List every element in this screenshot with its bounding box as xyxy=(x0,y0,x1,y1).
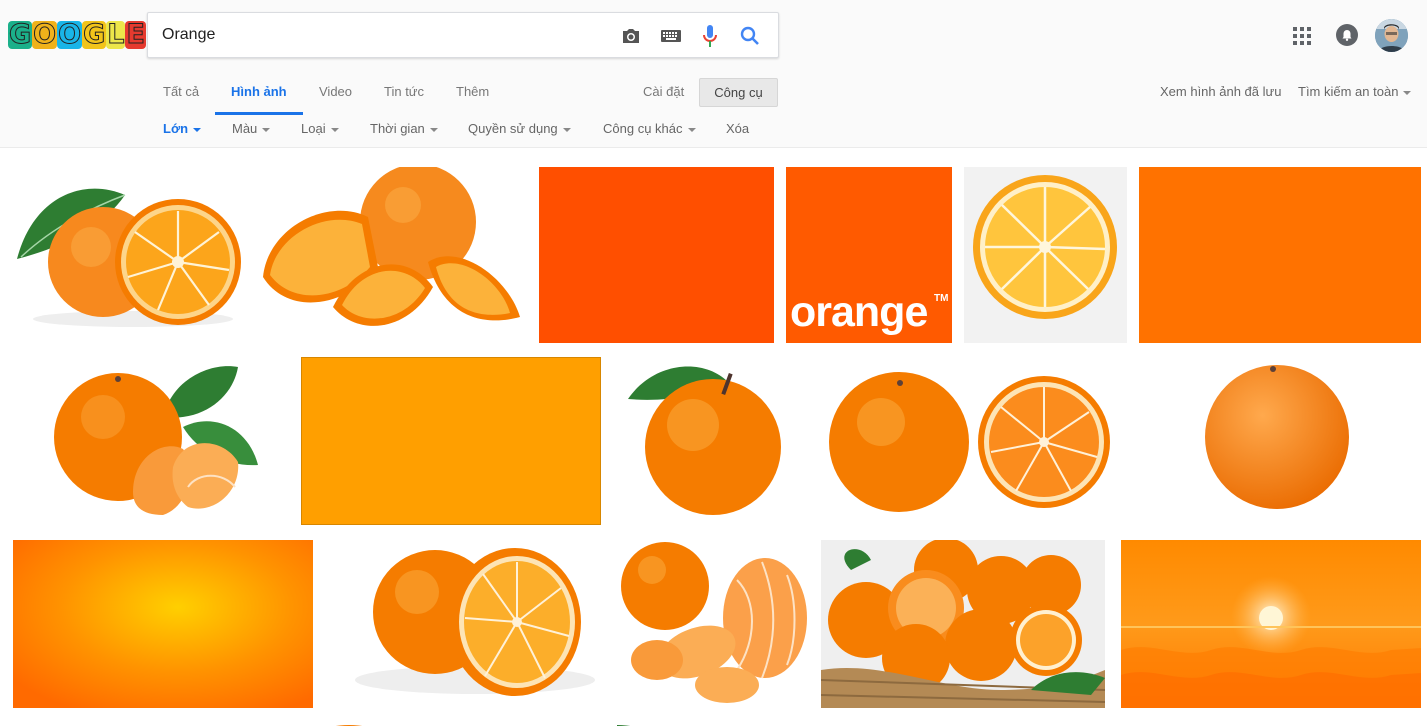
filter-color[interactable]: Màu xyxy=(232,121,271,136)
single-orange-image xyxy=(1205,365,1349,509)
filter-clear[interactable]: Xóa xyxy=(726,121,749,136)
logo-letter-5: L xyxy=(106,19,126,50)
image-result[interactable] xyxy=(301,357,601,525)
search-input[interactable] xyxy=(162,21,602,49)
tab-video[interactable]: Video xyxy=(319,84,352,99)
safe-search-label: Tìm kiếm an toàn xyxy=(1298,84,1399,99)
microphone-icon[interactable] xyxy=(697,23,723,49)
logo-letter-6: E xyxy=(125,19,146,50)
image-result[interactable] xyxy=(1139,167,1421,343)
orange-slices-image xyxy=(263,167,520,326)
tab-images[interactable]: Hình ảnh xyxy=(231,84,287,99)
filter-time-label: Thời gian xyxy=(370,121,425,136)
image-result[interactable] xyxy=(1133,357,1421,525)
image-result[interactable] xyxy=(325,718,609,726)
oranges-in-basket-image xyxy=(821,540,1105,708)
safe-search-dropdown[interactable]: Tìm kiếm an toàn xyxy=(1298,84,1412,99)
logo-letter-2: O xyxy=(32,19,58,50)
chevron-down-icon xyxy=(687,127,696,132)
image-result[interactable] xyxy=(821,357,1121,525)
image-result[interactable] xyxy=(13,540,313,708)
tools-button[interactable]: Công cụ xyxy=(699,78,778,107)
chevron-down-icon xyxy=(330,127,339,132)
orange-brand-logo-image[interactable]: orange TM xyxy=(786,167,952,343)
orange-and-half-image xyxy=(829,372,1110,512)
filter-usage-rights[interactable]: Quyền sử dụng xyxy=(468,121,571,136)
filter-type-label: Loại xyxy=(301,121,326,136)
tab-all[interactable]: Tất cả xyxy=(163,84,199,99)
chevron-down-icon xyxy=(1403,90,1412,95)
image-result[interactable] xyxy=(13,167,246,343)
image-result[interactable] xyxy=(613,357,809,525)
header-bar: G O O G L E Orange Tất cả Hình ảnh Video… xyxy=(0,0,1427,148)
notifications-bell-icon[interactable] xyxy=(1336,24,1358,46)
image-result[interactable] xyxy=(539,167,774,343)
settings-link[interactable]: Cài đặt xyxy=(643,84,684,99)
image-result[interactable] xyxy=(13,357,289,525)
image-result[interactable] xyxy=(13,718,313,726)
image-result[interactable] xyxy=(325,540,609,708)
orange-half-slice-image xyxy=(973,175,1117,319)
active-tab-indicator xyxy=(215,112,303,115)
mandarin-with-segments-image xyxy=(54,366,258,515)
logo-letter-3: O xyxy=(57,19,83,50)
search-icon[interactable] xyxy=(737,23,763,49)
keyboard-icon[interactable] xyxy=(658,23,684,49)
image-result[interactable] xyxy=(964,167,1127,343)
google-doodle-logo[interactable]: G O O G L E xyxy=(8,20,146,50)
orange-brand-text: orange xyxy=(790,288,928,336)
chevron-down-icon xyxy=(429,127,438,132)
orange-with-leaf-image xyxy=(628,366,781,515)
filter-size[interactable]: Lớn xyxy=(163,121,202,136)
saved-images-link[interactable]: Xem hình ảnh đã lưu xyxy=(1160,84,1281,99)
filter-more-tools-label: Công cụ khác xyxy=(603,121,683,136)
search-box xyxy=(147,12,779,58)
chevron-down-icon xyxy=(193,127,202,132)
filter-time[interactable]: Thời gian xyxy=(370,121,438,136)
orange-and-cut-half-image xyxy=(355,548,595,696)
image-result[interactable] xyxy=(617,540,809,708)
image-result[interactable] xyxy=(821,540,1105,708)
peeled-mandarin-image xyxy=(621,542,807,703)
orange-gradient-background-image xyxy=(13,540,313,708)
image-result[interactable] xyxy=(258,167,526,343)
filter-size-label: Lớn xyxy=(163,121,189,136)
orange-with-leaf-image xyxy=(17,188,241,327)
apps-grid-icon[interactable] xyxy=(1290,24,1314,48)
logo-letter-4: G xyxy=(82,19,107,50)
image-result[interactable] xyxy=(1121,540,1421,708)
camera-icon[interactable] xyxy=(618,23,644,49)
logo-letter-1: G xyxy=(8,19,33,50)
filter-more-tools[interactable]: Công cụ khác xyxy=(603,121,696,136)
orange-sunset-sea-image xyxy=(1121,540,1421,708)
filter-type[interactable]: Loại xyxy=(301,121,339,136)
trademark-symbol: TM xyxy=(934,293,949,304)
image-result[interactable] xyxy=(617,718,809,726)
user-avatar[interactable] xyxy=(1375,19,1408,52)
tab-more[interactable]: Thêm xyxy=(456,84,489,99)
chevron-down-icon xyxy=(262,127,271,132)
filter-color-label: Màu xyxy=(232,121,258,136)
chevron-down-icon xyxy=(562,127,571,132)
tab-news[interactable]: Tin tức xyxy=(384,84,424,99)
filter-usage-rights-label: Quyền sử dụng xyxy=(468,121,558,136)
